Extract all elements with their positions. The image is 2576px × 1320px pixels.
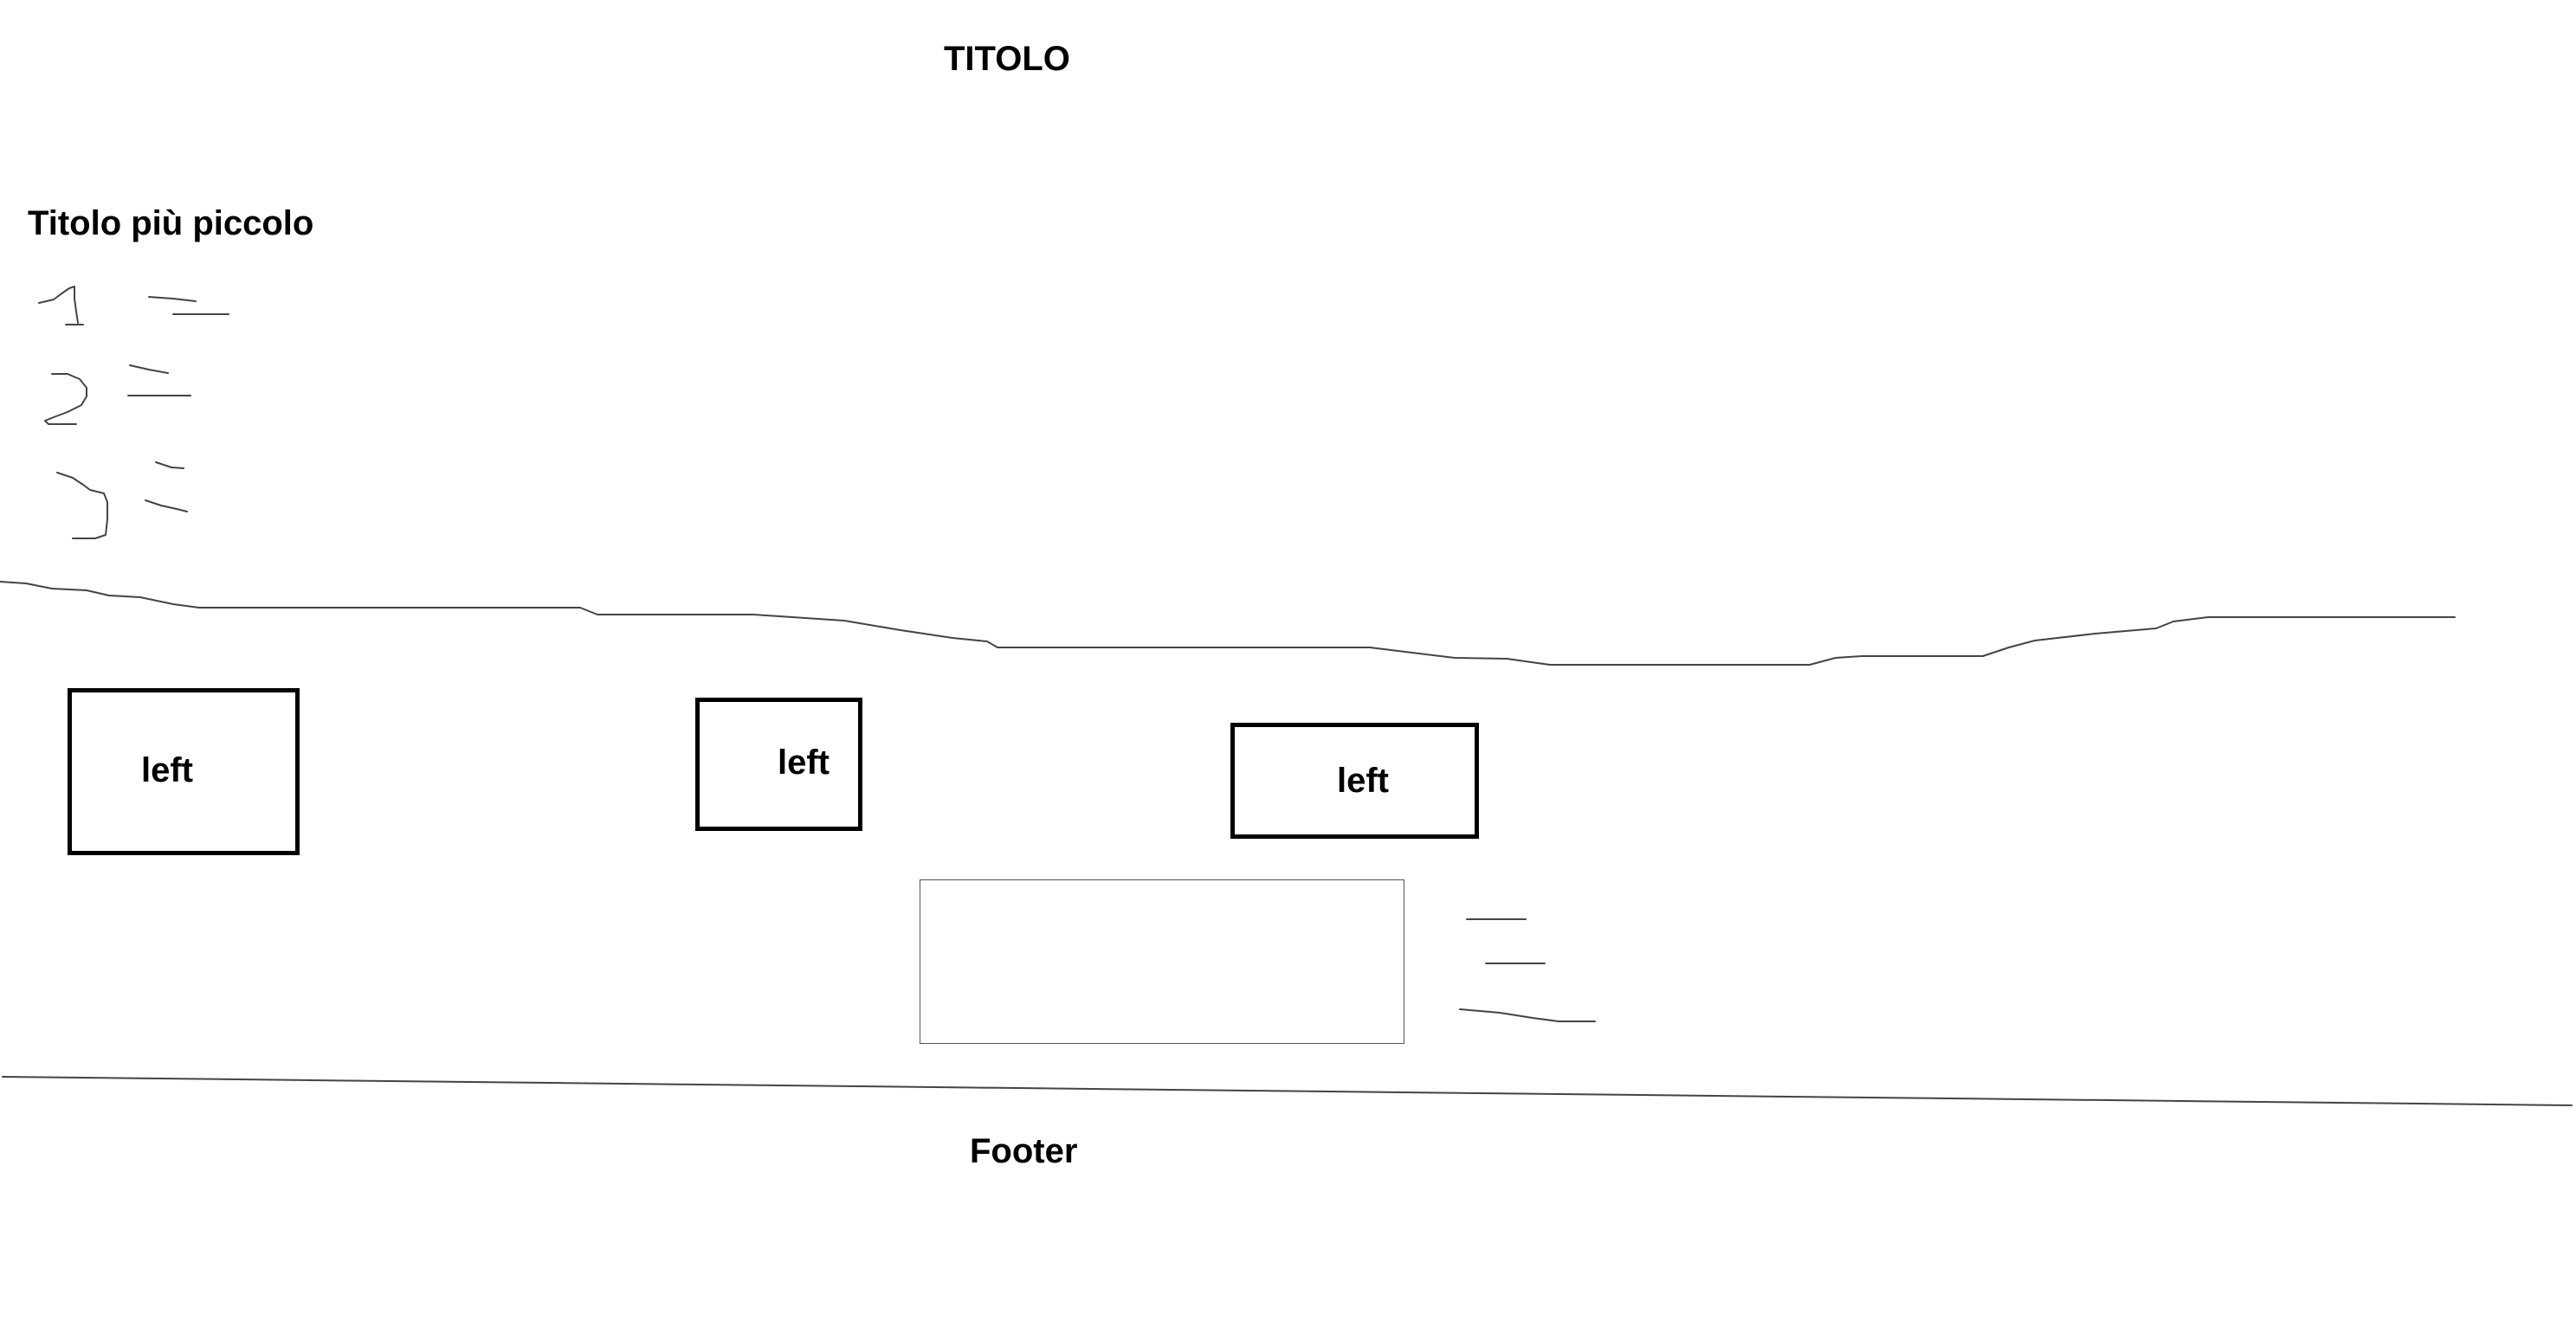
footer-divider <box>2 1076 2573 1106</box>
left-box-1[interactable]: left <box>68 688 300 855</box>
scribble-right-3 <box>1459 1008 1596 1022</box>
main-title: TITOLO <box>944 40 1070 78</box>
section-subtitle: Titolo più piccolo <box>28 204 314 242</box>
scribble-line-1-1 <box>148 296 197 302</box>
handwritten-number-2-icon <box>44 373 87 425</box>
content-placeholder-box <box>920 879 1404 1044</box>
wavy-divider <box>0 581 2456 666</box>
left-box-1-label: left <box>141 751 193 789</box>
sketch-strokes <box>0 286 2573 1106</box>
footer-label: Footer <box>970 1132 1078 1170</box>
left-box-2[interactable]: left <box>695 698 862 831</box>
left-box-3[interactable]: left <box>1230 723 1479 839</box>
handwritten-number-3-icon <box>56 472 108 539</box>
scribble-line-3-2 <box>145 499 188 512</box>
scribble-line-3-1 <box>155 461 184 469</box>
handwritten-number-1-icon <box>38 286 84 325</box>
left-box-2-label: left <box>778 744 830 782</box>
left-box-3-label: left <box>1337 762 1389 800</box>
scribble-line-2-1 <box>129 364 169 374</box>
